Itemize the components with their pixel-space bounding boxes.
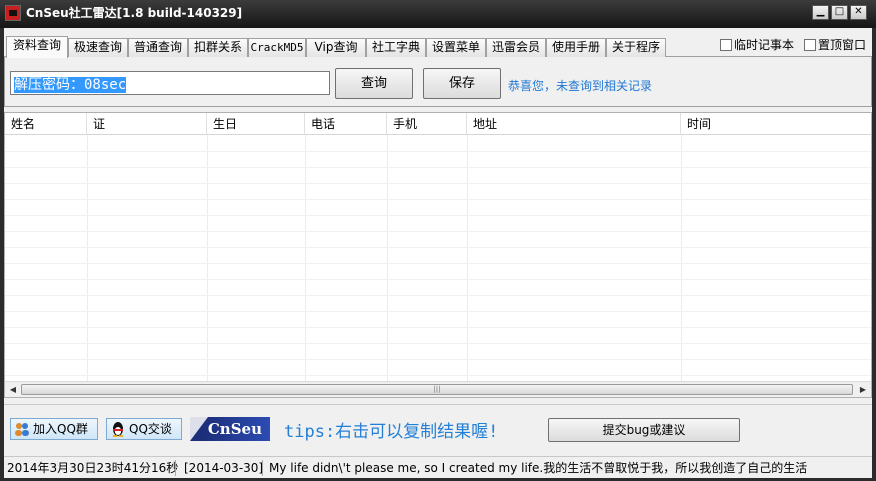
grid-row-line [5,263,871,264]
column-header-time[interactable]: 时间 [681,113,871,135]
grid-row-line [5,279,871,280]
window-title: CnSeu社工雷达[1.8 build-140329] [26,6,243,20]
tab-about[interactable]: 关于程序 [606,38,666,57]
cnseu-logo[interactable]: CnSeu [190,417,270,441]
tab-manual[interactable]: 使用手册 [546,38,606,57]
grid-row-line [5,199,871,200]
scrollbar-thumb[interactable]: ||| [21,384,853,395]
grid-row-line [5,343,871,344]
grid-row-line [5,215,871,216]
grid-row-line [5,247,871,248]
qq-chat-label: QQ交谈 [129,422,172,436]
column-header-address[interactable]: 地址 [467,113,681,135]
tab-dictionary[interactable]: 社工字典 [366,38,426,57]
submit-bug-button[interactable]: 提交bug或建议 [548,418,740,442]
divider [4,404,872,405]
tips-text: tips:右击可以复制结果喔! [284,422,499,442]
grid-column-line [387,135,388,381]
client-area: 资料查询 极速查询 普通查询 扣群关系 CrackMD5 Vip查询 社工字典 … [4,28,872,478]
tab-vip-query[interactable]: Vip查询 [306,38,366,57]
grid-row-line [5,327,871,328]
search-input[interactable]: 解压密码：08sec [10,71,330,95]
tab-thunder-vip[interactable]: 迅雷会员 [486,38,546,57]
status-date: [2014-03-30] [184,461,264,475]
grid-row-line [5,311,871,312]
grid-column-line [207,135,208,381]
query-status-message: 恭喜您，未查询到相关记录 [508,79,653,93]
tab-settings[interactable]: 设置菜单 [426,38,486,57]
topmost-checkbox-label: 置顶窗口 [818,38,867,52]
qq-group-icon [15,423,29,436]
column-header-name[interactable]: 姓名 [5,113,87,135]
close-button[interactable]: ✕ [850,5,867,20]
tab-group-relation[interactable]: 扣群关系 [188,38,248,57]
topmost-checkbox[interactable]: 置顶窗口 [804,36,866,53]
tab-data-query[interactable]: 资料查询 [6,36,68,58]
status-quote: My life didn\'t please me, so I created … [269,461,808,475]
app-window: CnSeu社工雷达[1.8 build-140329] ▁ □ ✕ 资料查询 极… [0,0,876,481]
join-qq-group-label: 加入QQ群 [33,422,88,436]
app-icon[interactable] [5,5,21,21]
title-bar[interactable]: CnSeu社工雷达[1.8 build-140329] ▁ □ ✕ [0,0,876,28]
grid-row-line [5,375,871,376]
column-header-mobile[interactable]: 手机 [387,113,467,135]
results-table[interactable]: 姓名 证 生日 电话 手机 地址 时间 ◀ ||| ▶ [4,112,872,398]
column-header-phone[interactable]: 电话 [305,113,387,135]
grid-row-line [5,167,871,168]
maximize-button[interactable]: □ [831,5,848,20]
grid-column-line [681,135,682,381]
horizontal-scrollbar[interactable]: ◀ ||| ▶ [5,381,871,397]
qq-chat-button[interactable]: QQ交谈 [106,418,182,440]
save-button[interactable]: 保存 [423,68,501,99]
grid-row-line [5,359,871,360]
status-divider [175,460,176,476]
grid-row-line [5,231,871,232]
grid-row-line [5,183,871,184]
qq-penguin-icon [112,422,124,437]
grid-row-line [5,151,871,152]
grid-column-line [87,135,88,381]
grid-column-line [305,135,306,381]
notepad-checkbox[interactable]: 临时记事本 [720,36,794,53]
tab-fast-query[interactable]: 极速查询 [68,38,128,57]
scroll-right-arrow-icon[interactable]: ▶ [858,384,868,395]
tab-normal-query[interactable]: 普通查询 [128,38,188,57]
minimize-button[interactable]: ▁ [812,5,829,20]
scroll-left-arrow-icon[interactable]: ◀ [8,384,18,395]
grid-row-line [5,295,871,296]
status-divider [262,460,263,476]
grid-column-line [467,135,468,381]
status-datetime: 2014年3月30日23时41分16秒 [7,461,179,475]
search-input-text: 解压密码：08sec [14,77,127,93]
table-header: 姓名 证 生日 电话 手机 地址 时间 [5,113,871,135]
column-header-id[interactable]: 证 [87,113,207,135]
notepad-checkbox-label: 临时记事本 [734,38,795,52]
column-header-birthday[interactable]: 生日 [207,113,305,135]
notepad-checkbox-box[interactable] [720,39,732,51]
query-button[interactable]: 查询 [335,68,413,99]
join-qq-group-button[interactable]: 加入QQ群 [10,418,98,440]
status-bar: 2014年3月30日23时41分16秒 [2014-03-30] My life… [4,456,872,478]
topmost-checkbox-box[interactable] [804,39,816,51]
tab-crackmd5[interactable]: CrackMD5 [248,38,306,57]
